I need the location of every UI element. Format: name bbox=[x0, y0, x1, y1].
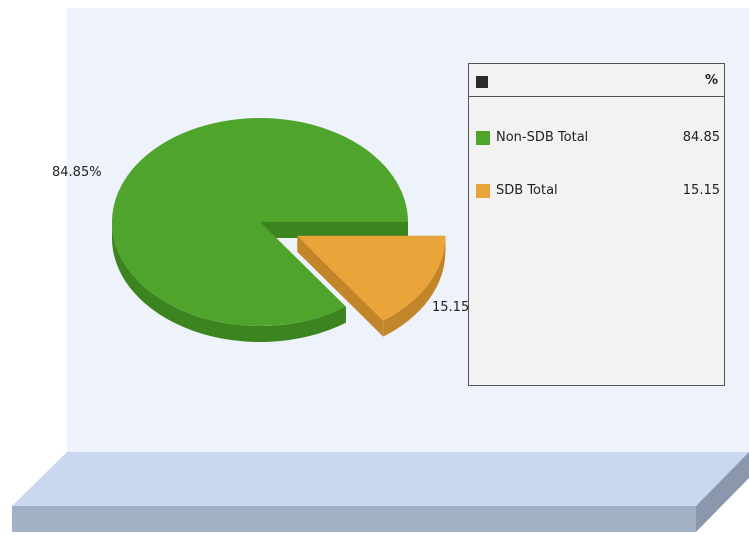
legend-header: % bbox=[469, 64, 724, 97]
legend-value-header: % bbox=[704, 73, 718, 88]
legend-swatch-sdb-total bbox=[476, 184, 490, 198]
legend-label-sdb-total: SDB Total bbox=[496, 183, 558, 198]
chart-floor-top bbox=[12, 452, 749, 506]
legend-header-square-icon bbox=[476, 76, 488, 88]
pie-slice-side-non-sdb-total bbox=[260, 222, 408, 238]
legend-value-non-sdb-total: 84.85 bbox=[682, 130, 720, 145]
chart-floor-front bbox=[12, 506, 696, 532]
legend-item-non-sdb-total: Non-SDB Total 84.85 bbox=[469, 128, 724, 148]
legend-label-non-sdb-total: Non-SDB Total bbox=[496, 130, 589, 145]
legend: % Non-SDB Total 84.85 SDB Total 15.15 bbox=[468, 63, 725, 386]
legend-value-sdb-total: 15.15 bbox=[682, 183, 720, 198]
legend-swatch-non-sdb-total bbox=[476, 131, 490, 145]
legend-item-sdb-total: SDB Total 15.15 bbox=[469, 181, 724, 201]
pie-label-non-sdb-total: 84.85% bbox=[52, 165, 102, 180]
